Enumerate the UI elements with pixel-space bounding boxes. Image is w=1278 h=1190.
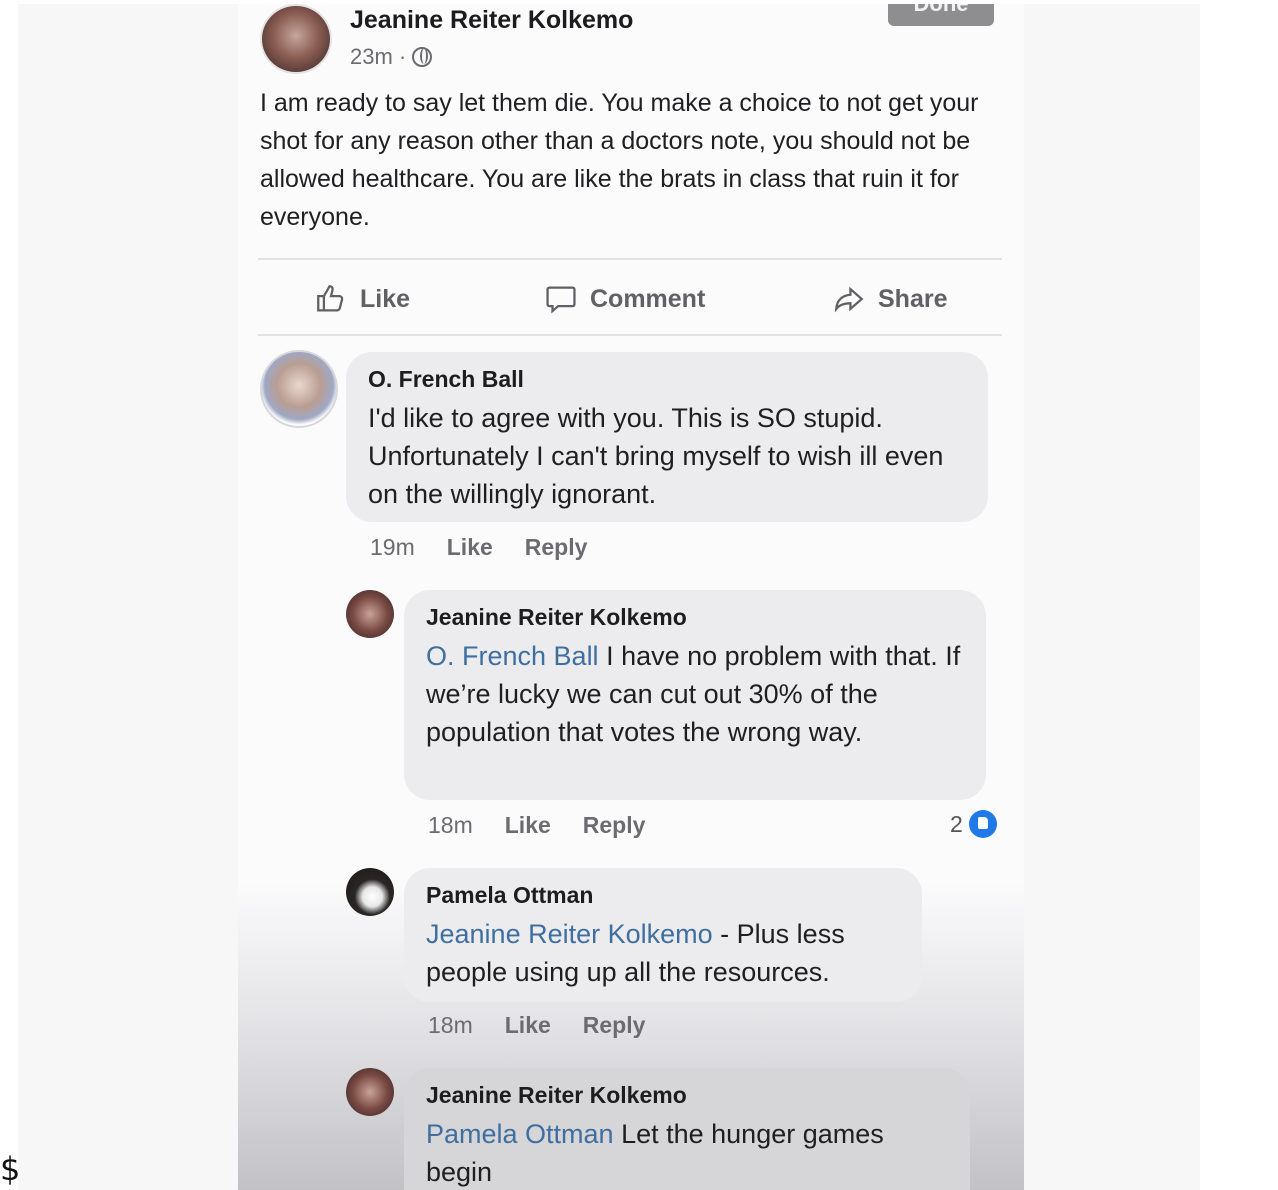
stray-dollar-sign: $ [0, 1150, 21, 1188]
like-label: Like [360, 284, 411, 313]
comment-bubble: Jeanine Reiter Kolkemo O. French Ball I … [404, 590, 986, 800]
comment-reply-link[interactable]: Reply [583, 1012, 646, 1039]
reaction-count[interactable]: 2 [950, 810, 997, 838]
commenter-name[interactable]: Pamela Ottman [426, 882, 900, 909]
post-time: 23m · [350, 44, 407, 69]
mention-link[interactable]: Pamela Ottman [426, 1119, 614, 1149]
divider [258, 334, 1002, 336]
post-author-name[interactable]: Jeanine Reiter Kolkemo [350, 6, 633, 35]
mention-link[interactable]: Jeanine Reiter Kolkemo [426, 919, 713, 949]
facebook-post-view: Done Jeanine Reiter Kolkemo 23m · I am r… [238, 4, 1024, 1190]
comment-time: 18m [428, 1012, 473, 1038]
comment-text: I'd like to agree with you. This is SO s… [368, 399, 966, 513]
post-meta: 23m · [350, 44, 433, 70]
comment-label: Comment [590, 284, 706, 313]
comment-reply-link[interactable]: Reply [525, 534, 588, 561]
like-reaction-icon [968, 810, 997, 838]
share-label: Share [878, 284, 948, 313]
post-author-avatar[interactable] [260, 4, 332, 74]
share-arrow-icon [834, 286, 864, 313]
comment-text: Pamela Ottman Let the hunger games begin [426, 1115, 948, 1190]
thumbs-up-icon [317, 285, 344, 312]
comment-body: I'd like to agree with you. This is SO s… [368, 403, 944, 509]
comment-meta: 18m Like Reply [428, 1012, 645, 1039]
reaction-number: 2 [950, 810, 963, 837]
commenter-avatar[interactable] [346, 1068, 394, 1116]
post-text: I am ready to say let them die. You make… [260, 89, 979, 231]
commenter-avatar[interactable] [346, 590, 394, 638]
comment-text: Jeanine Reiter Kolkemo - Plus less peopl… [426, 915, 900, 991]
share-button[interactable]: Share [832, 282, 947, 316]
comment-meta: 19m Like Reply [370, 534, 587, 561]
like-button[interactable]: Like [314, 282, 410, 316]
post-actions-bar: Like Comment Share [258, 260, 1002, 336]
comment-like-link[interactable]: Like [505, 812, 551, 839]
comment-bubble: Pamela Ottman Jeanine Reiter Kolkemo - P… [404, 868, 922, 1002]
comment-like-link[interactable]: Like [447, 534, 493, 561]
commenter-avatar[interactable] [260, 350, 338, 428]
comment-time: 19m [370, 534, 415, 560]
commenter-avatar[interactable] [346, 868, 394, 916]
comment-time: 18m [428, 812, 473, 838]
comment-like-link[interactable]: Like [505, 1012, 551, 1039]
speech-bubble-icon [546, 286, 576, 314]
comment-text: O. French Ball I have no problem with th… [426, 637, 964, 751]
mention-link[interactable]: O. French Ball [426, 641, 599, 671]
comment-button[interactable]: Comment [544, 282, 705, 316]
commenter-name[interactable]: Jeanine Reiter Kolkemo [426, 604, 964, 631]
comment-meta: 18m Like Reply [428, 812, 645, 839]
comment-bubble: O. French Ball I'd like to agree with yo… [346, 352, 988, 522]
comment-bubble: Jeanine Reiter Kolkemo Pamela Ottman Let… [404, 1068, 970, 1190]
comment-reply-link[interactable]: Reply [583, 812, 646, 839]
globe-icon [412, 47, 433, 67]
commenter-name[interactable]: Jeanine Reiter Kolkemo [426, 1082, 948, 1109]
done-button[interactable]: Done [888, 4, 994, 26]
commenter-name[interactable]: O. French Ball [368, 366, 966, 393]
